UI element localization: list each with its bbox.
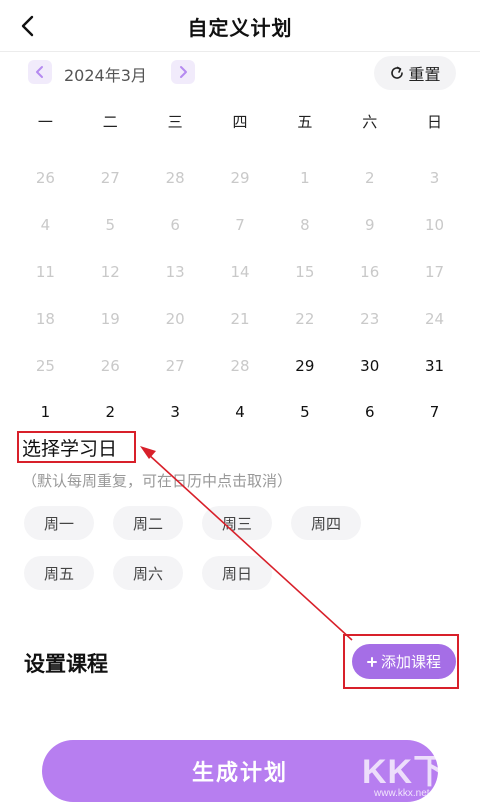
calendar-day[interactable]: 7 bbox=[402, 389, 467, 436]
study-days-hint: （默认每周重复，可在日历中点击取消） bbox=[22, 472, 293, 490]
next-month-button[interactable] bbox=[171, 60, 195, 84]
calendar-day[interactable]: 18 bbox=[13, 295, 78, 342]
calendar-day[interactable]: 17 bbox=[402, 249, 467, 296]
chip-friday[interactable]: 周五 bbox=[24, 556, 94, 590]
calendar-day[interactable]: 2 bbox=[78, 389, 143, 436]
calendar-day[interactable]: 6 bbox=[337, 389, 402, 436]
calendar-day[interactable]: 21 bbox=[208, 295, 273, 342]
calendar-day[interactable]: 3 bbox=[143, 389, 208, 436]
page-title: 自定义计划 bbox=[187, 16, 293, 40]
generate-plan-label: 生成计划 bbox=[191, 761, 288, 786]
calendar-day[interactable]: 6 bbox=[143, 202, 208, 249]
calendar-day[interactable]: 5 bbox=[78, 202, 143, 249]
watermark-logo: KK下载 www.kkx.net bbox=[362, 744, 474, 805]
calendar-day[interactable]: 1 bbox=[13, 389, 78, 436]
calendar-grid: 26 27 28 29 1 2 3 4 5 6 7 8 9 10 11 12 13 14 15 16 17 18 19 20 2… bbox=[13, 155, 467, 436]
reset-button[interactable]: 重置 bbox=[374, 56, 456, 90]
chip-saturday[interactable]: 周六 bbox=[113, 556, 183, 590]
weekday-label: 二 bbox=[102, 113, 118, 131]
prev-month-button[interactable] bbox=[28, 60, 52, 84]
annotation-highlight-box bbox=[343, 634, 459, 689]
chip-thursday[interactable]: 周四 bbox=[291, 506, 361, 540]
chevron-right-icon bbox=[180, 66, 187, 78]
calendar-day[interactable]: 20 bbox=[143, 295, 208, 342]
calendar-day[interactable]: 26 bbox=[78, 342, 143, 389]
calendar-day[interactable]: 29 bbox=[208, 155, 273, 202]
watermark-url: www.kkx.net bbox=[374, 788, 430, 799]
calendar-day[interactable]: 26 bbox=[13, 155, 78, 202]
calendar-day[interactable]: 27 bbox=[78, 155, 143, 202]
calendar-day[interactable]: 27 bbox=[143, 342, 208, 389]
weekday-label: 三 bbox=[167, 113, 183, 131]
calendar-day[interactable]: 7 bbox=[208, 202, 273, 249]
weekday-header: 一 二 三 四 五 六 日 bbox=[13, 110, 467, 134]
calendar-day[interactable]: 2 bbox=[337, 155, 402, 202]
calendar-day[interactable]: 8 bbox=[272, 202, 337, 249]
calendar-day[interactable]: 10 bbox=[402, 202, 467, 249]
calendar-day[interactable]: 13 bbox=[143, 249, 208, 296]
chip-monday[interactable]: 周一 bbox=[24, 506, 94, 540]
weekday-label: 六 bbox=[362, 113, 378, 131]
calendar-day[interactable]: 9 bbox=[337, 202, 402, 249]
calendar-day[interactable]: 14 bbox=[208, 249, 273, 296]
chip-wednesday[interactable]: 周三 bbox=[202, 506, 272, 540]
weekday-label: 五 bbox=[297, 113, 313, 131]
calendar-day[interactable]: 19 bbox=[78, 295, 143, 342]
calendar-day[interactable]: 25 bbox=[13, 342, 78, 389]
calendar-day[interactable]: 30 bbox=[337, 342, 402, 389]
month-navigation: 2024年3月 重置 bbox=[0, 54, 480, 92]
chip-sunday[interactable]: 周日 bbox=[202, 556, 272, 590]
calendar-day[interactable]: 1 bbox=[272, 155, 337, 202]
calendar-day[interactable]: 12 bbox=[78, 249, 143, 296]
calendar-day[interactable]: 4 bbox=[13, 202, 78, 249]
calendar-day[interactable]: 31 bbox=[402, 342, 467, 389]
refresh-icon bbox=[391, 66, 404, 79]
calendar-day[interactable]: 22 bbox=[272, 295, 337, 342]
weekday-label: 一 bbox=[37, 113, 53, 131]
calendar-day[interactable]: 16 bbox=[337, 249, 402, 296]
calendar-day[interactable]: 3 bbox=[402, 155, 467, 202]
calendar-day[interactable]: 28 bbox=[208, 342, 273, 389]
calendar-day[interactable]: 29 bbox=[272, 342, 337, 389]
weekday-label: 日 bbox=[427, 113, 443, 131]
course-section-title: 设置课程 bbox=[24, 652, 108, 676]
weekday-label: 四 bbox=[232, 113, 248, 131]
calendar-day[interactable]: 11 bbox=[13, 249, 78, 296]
calendar-day[interactable]: 23 bbox=[337, 295, 402, 342]
calendar-day[interactable]: 5 bbox=[272, 389, 337, 436]
calendar-day[interactable]: 28 bbox=[143, 155, 208, 202]
calendar-day[interactable]: 24 bbox=[402, 295, 467, 342]
annotation-highlight-box bbox=[17, 431, 136, 463]
calendar-day[interactable]: 4 bbox=[208, 389, 273, 436]
chevron-left-icon bbox=[36, 66, 43, 78]
calendar-day[interactable]: 15 bbox=[272, 249, 337, 296]
header-bar: 自定义计划 bbox=[0, 0, 480, 52]
month-label: 2024年3月 bbox=[64, 66, 147, 85]
chip-tuesday[interactable]: 周二 bbox=[113, 506, 183, 540]
reset-label: 重置 bbox=[408, 65, 441, 84]
